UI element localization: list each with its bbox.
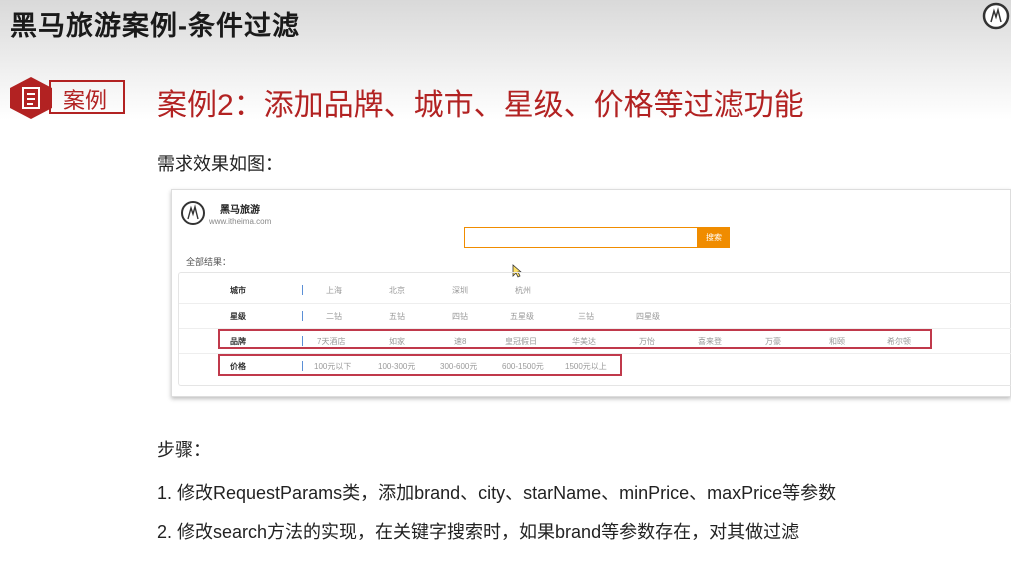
case-hexagon-icon bbox=[10, 77, 52, 119]
case-tag-label: 案例 bbox=[63, 88, 108, 113]
filter-option[interactable]: 北京 bbox=[389, 285, 405, 296]
all-results-label: 全部结果： bbox=[186, 257, 232, 267]
steps-title: 步骤： bbox=[157, 440, 211, 460]
itheima-logo-icon bbox=[982, 2, 1010, 30]
travel-brand-name: 黑马旅游 bbox=[220, 205, 260, 216]
filter-label: 星级 bbox=[230, 312, 246, 321]
filter-option[interactable]: 五星级 bbox=[510, 311, 534, 322]
filter-divider bbox=[302, 311, 303, 321]
case-headline: 案例2：添加品牌、城市、星级、价格等过滤功能 bbox=[157, 89, 804, 122]
filter-option[interactable]: 三钻 bbox=[578, 311, 594, 322]
demo-screenshot: 黑马旅游 www.itheima.com 搜索 全部结果： 城市 上海 北京 深… bbox=[171, 189, 1011, 397]
filter-option[interactable]: 五钻 bbox=[389, 311, 405, 322]
travel-brand-url: www.itheima.com bbox=[209, 217, 272, 226]
filter-row-city: 城市 上海 北京 深圳 杭州 bbox=[179, 278, 1011, 303]
step-item: 2. 修改search方法的实现，在关键字搜索时，如果brand等参数存在，对其… bbox=[157, 522, 800, 542]
filter-option[interactable]: 二钻 bbox=[326, 311, 342, 322]
filter-option[interactable]: 四钻 bbox=[452, 311, 468, 322]
price-row-highlight bbox=[218, 354, 622, 376]
filter-option[interactable]: 深圳 bbox=[452, 285, 468, 296]
search-button[interactable]: 搜索 bbox=[698, 227, 730, 248]
search-input[interactable] bbox=[464, 227, 698, 248]
filter-label: 城市 bbox=[230, 286, 246, 295]
travel-logo-icon bbox=[181, 201, 205, 225]
filter-option[interactable]: 上海 bbox=[326, 285, 342, 296]
step-item: 1. 修改RequestParams类，添加brand、city、starNam… bbox=[157, 483, 837, 503]
filter-row-star: 星级 二钻 五钻 四钻 五星级 三钻 四星级 bbox=[179, 303, 1011, 329]
requirement-intro: 需求效果如图： bbox=[157, 154, 283, 174]
slide-title: 黑马旅游案例-条件过滤 bbox=[10, 11, 300, 41]
filter-option[interactable]: 杭州 bbox=[515, 285, 531, 296]
filter-divider bbox=[302, 285, 303, 295]
filter-option[interactable]: 四星级 bbox=[636, 311, 660, 322]
brand-row-highlight bbox=[218, 329, 932, 349]
